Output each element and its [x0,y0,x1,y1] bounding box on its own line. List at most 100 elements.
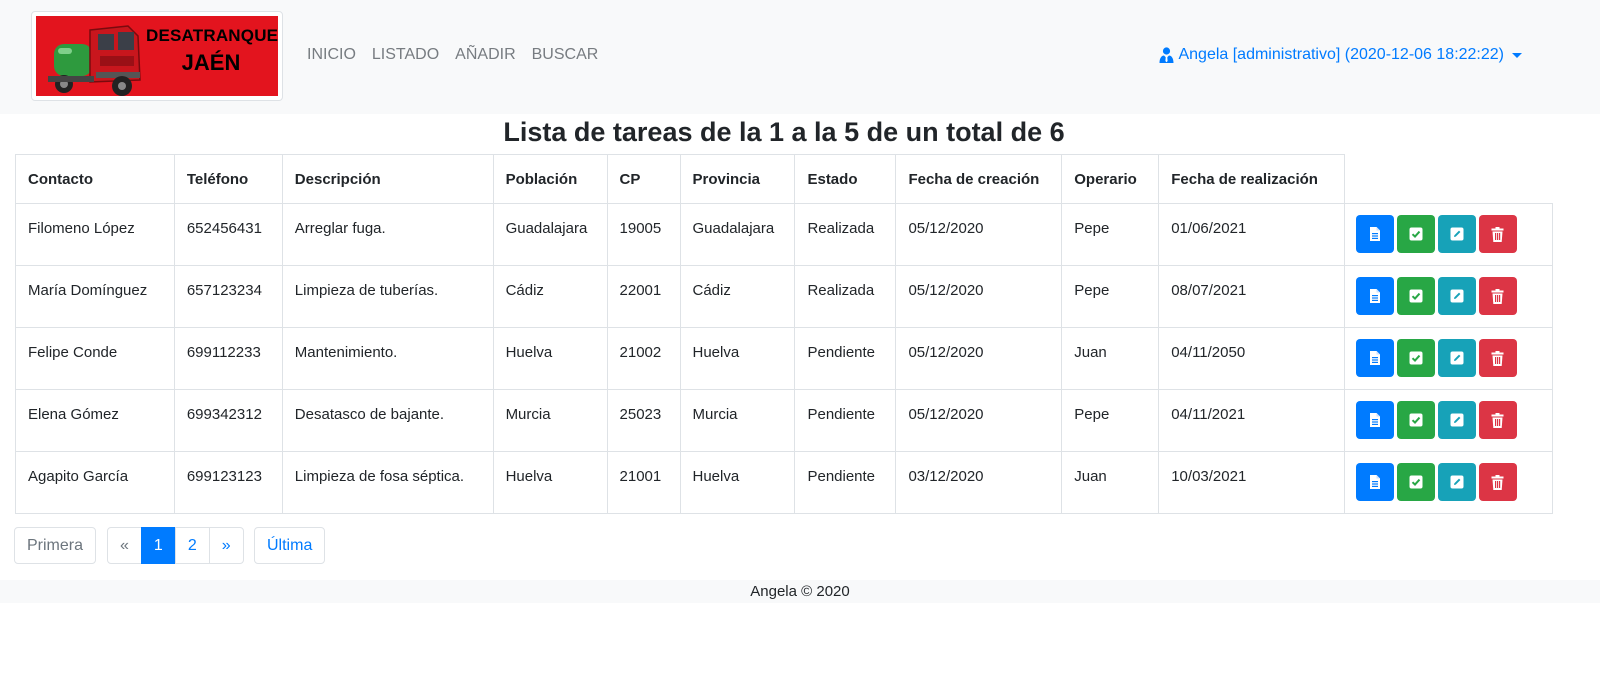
edit-button[interactable] [1437,401,1476,439]
page-title: Lista de tareas de la 1 a la 5 de un tot… [503,117,1065,147]
brand-logo: DESATRANQUES JAÉN [36,16,278,96]
brand-logo-link[interactable]: DESATRANQUES JAÉN [31,11,283,101]
delete-button[interactable] [1478,401,1517,439]
cell-provincia: Guadalajara [679,203,796,266]
delete-button[interactable] [1478,339,1517,377]
nav-anadir[interactable]: AÑADIR [447,46,523,64]
view-button[interactable] [1355,401,1394,439]
cell-estado: Realizada [794,203,897,266]
edit-icon [1450,351,1464,365]
cell-operario: Pepe [1061,265,1160,328]
cell-descripcion: Arreglar fuga. [281,203,494,266]
header-fecha-realizacion: Fecha de realización [1158,154,1345,204]
cell-contacto: Felipe Conde [15,327,175,390]
cell-fecha-creacion: 05/12/2020 [895,203,1063,266]
cell-estado: Pendiente [794,451,897,514]
page-last-button[interactable]: Última [254,527,326,564]
page-next-button[interactable]: » [208,527,244,564]
edit-icon [1450,227,1464,241]
row-actions [1343,327,1554,390]
table-row: Filomeno López 652456431 Arreglar fuga. Gua… [15,203,1554,266]
file-icon [1368,288,1382,304]
cell-telefono: 699342312 [173,389,283,452]
view-button[interactable] [1355,215,1394,253]
row-actions [1343,389,1554,452]
edit-button[interactable] [1437,339,1476,377]
cell-fecha-realizacion: 08/07/2021 [1158,265,1345,328]
complete-button[interactable] [1396,277,1435,315]
cell-provincia: Murcia [679,389,796,452]
cell-cp: 22001 [606,265,681,328]
trash-icon [1491,288,1504,304]
view-button[interactable] [1355,277,1394,315]
table-header-row: Contacto Teléfono Descripción Población … [15,154,1553,204]
view-button[interactable] [1355,463,1394,501]
cell-poblacion: Huelva [492,451,608,514]
cell-cp: 25023 [606,389,681,452]
header-fecha-creacion: Fecha de creación [895,154,1063,204]
header-provincia: Provincia [679,154,796,204]
cell-fecha-creacion: 03/12/2020 [895,451,1063,514]
page-2-button[interactable]: 2 [174,527,210,564]
edit-button[interactable] [1437,215,1476,253]
cell-fecha-realizacion: 01/06/2021 [1158,203,1345,266]
nav-listado[interactable]: LISTADO [364,46,447,64]
cell-estado: Realizada [794,265,897,328]
trash-icon [1491,350,1504,366]
cell-telefono: 652456431 [173,203,283,266]
table-body: Filomeno López 652456431 Arreglar fuga. Gua… [15,203,1554,514]
page-first-button[interactable]: Primera [14,527,97,564]
cell-provincia: Cádiz [679,265,796,328]
page-1-button[interactable]: 1 [140,527,176,564]
row-actions [1343,203,1554,266]
cell-descripcion: Limpieza de tuberías. [281,265,494,328]
row-actions [1343,451,1554,514]
cell-poblacion: Murcia [492,389,608,452]
cell-estado: Pendiente [794,327,897,390]
user-tie-icon [1159,47,1174,63]
header-estado: Estado [794,154,897,204]
cell-contacto: Agapito García [15,451,175,514]
edit-icon [1450,289,1464,303]
view-button[interactable] [1355,339,1394,377]
trash-icon [1491,226,1504,242]
cell-fecha-creacion: 05/12/2020 [895,265,1063,328]
header-contacto: Contacto [15,154,175,204]
complete-button[interactable] [1396,463,1435,501]
cell-fecha-realizacion: 04/11/2021 [1158,389,1345,452]
check-square-icon [1409,351,1423,365]
trash-icon [1491,412,1504,428]
cell-operario: Juan [1061,451,1160,514]
cell-telefono: 699112233 [173,327,283,390]
navbar: DESATRANQUES JAÉN INICIO LISTADO AÑADIR … [0,0,1600,114]
nav-buscar[interactable]: BUSCAR [524,46,607,64]
delete-button[interactable] [1478,215,1517,253]
user-dropdown[interactable]: Angela [administrativo] (2020-12-06 18:2… [1159,46,1522,64]
cell-cp: 21001 [606,451,681,514]
page-prev-button[interactable]: « [107,527,142,564]
complete-button[interactable] [1396,401,1435,439]
file-icon [1368,474,1382,490]
cell-descripcion: Mantenimiento. [281,327,494,390]
nav-inicio[interactable]: INICIO [299,46,364,64]
edit-button[interactable] [1437,277,1476,315]
cell-descripcion: Desatasco de bajante. [281,389,494,452]
cell-contacto: María Domínguez [15,265,175,328]
brand-line1: DESATRANQUES [146,26,278,45]
header-descripcion: Descripción [281,154,494,204]
pagination-last-group: Última [254,527,326,564]
complete-button[interactable] [1396,215,1435,253]
cell-provincia: Huelva [679,451,796,514]
header-cp: CP [606,154,681,204]
complete-button[interactable] [1396,339,1435,377]
file-icon [1368,226,1382,242]
delete-button[interactable] [1478,277,1517,315]
cell-poblacion: Huelva [492,327,608,390]
cell-cp: 21002 [606,327,681,390]
delete-button[interactable] [1478,463,1517,501]
file-icon [1368,350,1382,366]
tasks-table: Contacto Teléfono Descripción Población … [15,154,1554,514]
cell-fecha-creacion: 05/12/2020 [895,327,1063,390]
edit-button[interactable] [1437,463,1476,501]
main-nav: INICIO LISTADO AÑADIR BUSCAR [299,46,606,64]
